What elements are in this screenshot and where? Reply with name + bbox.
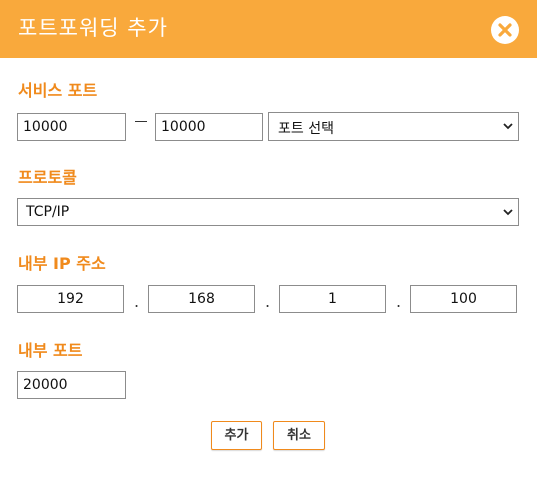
close-icon bbox=[498, 23, 512, 37]
protocol-label: 프로토콜 bbox=[18, 168, 77, 187]
ip-dot-separator: . bbox=[265, 292, 271, 311]
dialog-title: 포트포워딩 추가 bbox=[18, 16, 168, 40]
ip-octet-2-input[interactable] bbox=[148, 285, 255, 313]
protocol-select-dropdown[interactable]: TCP/IP bbox=[17, 198, 519, 226]
ip-dot-separator: . bbox=[134, 292, 140, 311]
internal-ip-label: 내부 IP 주소 bbox=[18, 254, 106, 273]
protocol-select-value: TCP/IP bbox=[26, 204, 70, 220]
port-select-value: 포트 선택 bbox=[278, 121, 334, 137]
internal-port-input[interactable] bbox=[17, 371, 126, 399]
ip-octet-4-input[interactable] bbox=[410, 285, 517, 313]
cancel-button[interactable]: 취소 bbox=[273, 421, 325, 450]
chevron-down-icon bbox=[503, 123, 513, 130]
service-port-start-input[interactable] bbox=[17, 113, 126, 141]
internal-port-label: 내부 포트 bbox=[18, 341, 83, 360]
range-dash bbox=[135, 121, 147, 122]
port-select-dropdown[interactable]: 포트 선택 bbox=[268, 112, 519, 141]
dialog-header: 포트포워딩 추가 bbox=[0, 0, 537, 58]
chevron-down-icon bbox=[503, 209, 513, 216]
ip-dot-separator: . bbox=[396, 292, 402, 311]
close-button[interactable] bbox=[491, 16, 519, 44]
add-button[interactable]: 추가 bbox=[211, 421, 262, 450]
service-port-end-input[interactable] bbox=[155, 113, 263, 141]
service-port-label: 서비스 포트 bbox=[18, 81, 98, 100]
ip-octet-1-input[interactable] bbox=[17, 285, 124, 313]
ip-octet-3-input[interactable] bbox=[279, 285, 386, 313]
